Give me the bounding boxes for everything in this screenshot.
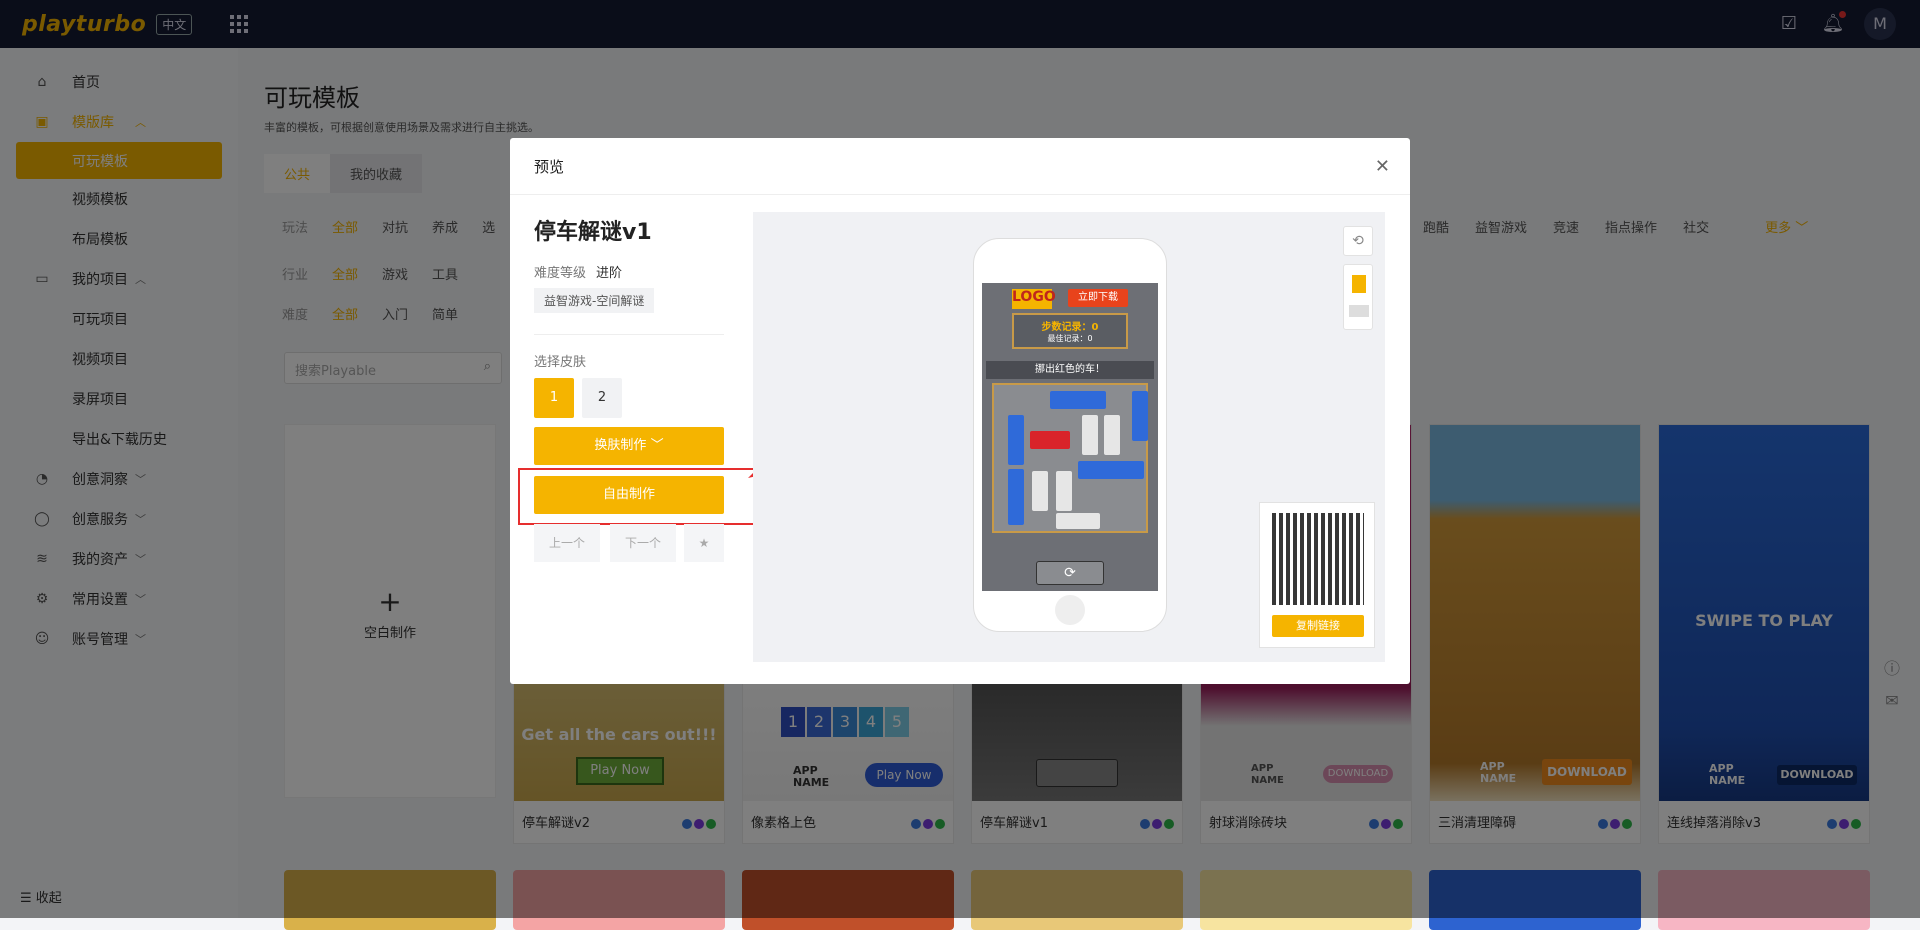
divider bbox=[534, 334, 724, 335]
game-banner: 挪出红色的车！ bbox=[986, 361, 1154, 379]
difficulty-row: 难度等级进阶 bbox=[534, 262, 622, 281]
qr-panel: 复制链接 bbox=[1259, 502, 1375, 648]
qr-code bbox=[1272, 513, 1364, 605]
preview-modal: 预览 ✕ 停车解谜v1 难度等级进阶 益智游戏-空间解谜 选择皮肤 1 2 换肤… bbox=[510, 138, 1410, 684]
chevron-down-icon: ﹀ bbox=[651, 438, 664, 453]
skin-option-1[interactable]: 1 bbox=[534, 378, 574, 418]
prev-button[interactable]: 上一个 bbox=[534, 524, 600, 562]
home-button bbox=[1055, 595, 1085, 625]
game-download-button: 立即下载 bbox=[1068, 289, 1128, 307]
game-logo: LOGO bbox=[1012, 289, 1052, 309]
refresh-icon[interactable]: ⟲ bbox=[1343, 226, 1373, 256]
preview-area: LOGO 立即下载 步数记录：0最佳记录：0 挪出红色的车！ bbox=[753, 212, 1385, 662]
skin-option-2[interactable]: 2 bbox=[582, 378, 622, 418]
skin-make-button[interactable]: 换肤制作 ﹀ bbox=[534, 427, 724, 465]
close-icon[interactable]: ✕ bbox=[1375, 156, 1390, 177]
phone-frame: LOGO 立即下载 步数记录：0最佳记录：0 挪出红色的车！ bbox=[973, 238, 1167, 632]
copy-link-button[interactable]: 复制链接 bbox=[1272, 615, 1364, 637]
modal-title: 预览 bbox=[510, 138, 1410, 195]
reload-icon: ⟳ bbox=[1036, 561, 1104, 585]
category-tag: 益智游戏-空间解谜 bbox=[534, 288, 654, 313]
highlight-box bbox=[518, 468, 755, 525]
skin-toggle[interactable] bbox=[1343, 264, 1373, 330]
template-name: 停车解谜v1 bbox=[534, 214, 652, 246]
skin-swatch[interactable] bbox=[1349, 305, 1369, 317]
game-screen[interactable]: LOGO 立即下载 步数记录：0最佳记录：0 挪出红色的车！ bbox=[982, 283, 1158, 591]
next-button[interactable]: 下一个 bbox=[610, 524, 676, 562]
game-score-board: 步数记录：0最佳记录：0 bbox=[1012, 313, 1128, 349]
skin-swatch[interactable] bbox=[1352, 275, 1366, 293]
star-icon[interactable]: ★ bbox=[684, 524, 724, 562]
parking-lot bbox=[992, 383, 1148, 533]
skin-label: 选择皮肤 bbox=[534, 351, 586, 370]
